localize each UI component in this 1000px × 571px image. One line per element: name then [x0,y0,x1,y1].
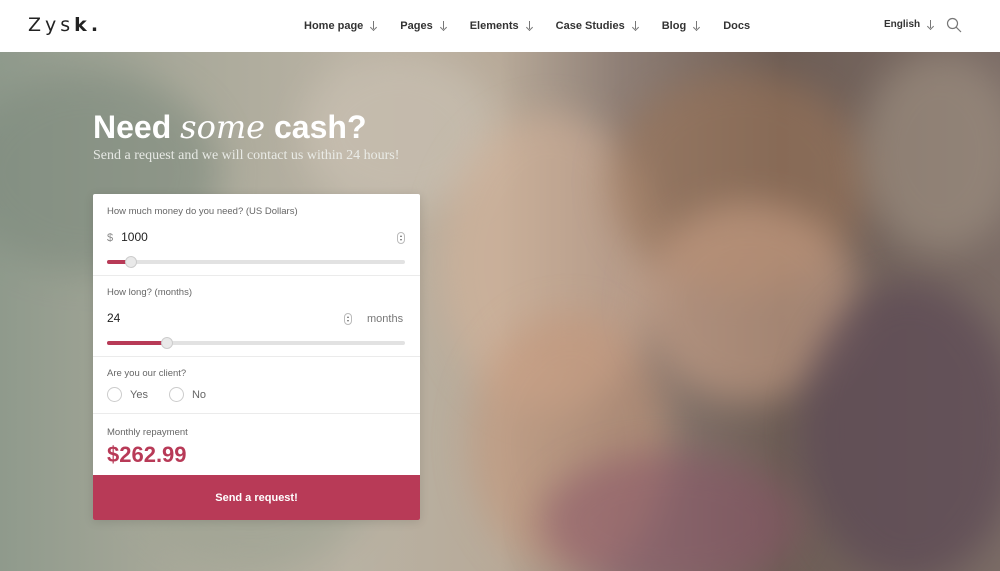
amount-slider[interactable] [107,256,405,268]
chevron-down-icon [369,21,378,31]
nav-item-pages[interactable]: Pages [400,20,447,32]
chevron-down-icon [439,21,448,31]
language-selector[interactable]: English [884,19,935,30]
repayment-section: Monthly repayment $262.99 [93,414,420,475]
logo[interactable]: Zysk. [28,14,102,36]
send-request-button[interactable]: Send a request! [93,475,420,520]
client-yes-radio[interactable]: Yes [107,387,148,402]
nav-item-case-studies[interactable]: Case Studies [556,20,640,32]
client-label: Are you our client? [107,368,187,379]
nav-item-home-page[interactable]: Home page [304,20,378,32]
radio-circle-icon [168,387,184,402]
repayment-amount: $262.99 [107,442,187,467]
hero-subline: Send a request and we will contact us wi… [93,148,400,163]
amount-label: How much money do you need? (US Dollars) [107,206,298,217]
duration-unit: months [367,313,404,325]
duration-section: How long? (months) 24 months [93,276,420,357]
chevron-down-icon [692,21,701,31]
amount-input[interactable]: $1000 [107,230,148,244]
site-header: Zysk. Home page Pages Elements Case Stud… [0,0,1000,52]
nav-item-elements[interactable]: Elements [470,20,534,32]
chevron-down-icon [926,19,935,30]
amount-section: How much money do you need? (US Dollars)… [93,194,420,276]
amount-stepper[interactable] [397,232,405,244]
search-icon[interactable] [946,17,962,33]
duration-slider[interactable] [107,337,405,349]
chevron-down-icon [631,21,640,31]
nav-item-docs[interactable]: Docs [723,20,750,32]
currency-symbol: $ [107,232,114,244]
loan-form: How much money do you need? (US Dollars)… [93,194,420,520]
repayment-label: Monthly repayment [107,427,188,438]
duration-label: How long? (months) [107,287,193,298]
client-section: Are you our client? Yes No [93,357,420,414]
duration-input[interactable]: 24 [107,311,120,325]
duration-stepper[interactable] [344,313,352,325]
chevron-down-icon [525,21,534,31]
client-no-radio[interactable]: No [168,387,206,402]
amount-slider-handle[interactable] [124,256,137,268]
nav-item-blog[interactable]: Blog [662,20,701,32]
hero-headline: Need some cash? [93,108,367,146]
client-radio-group: Yes No [107,387,227,402]
duration-slider-handle[interactable] [160,337,173,349]
radio-circle-icon [107,387,122,402]
main-nav: Home page Pages Elements Case Studies Bl… [304,0,772,52]
duration-slider-fill [107,341,167,345]
